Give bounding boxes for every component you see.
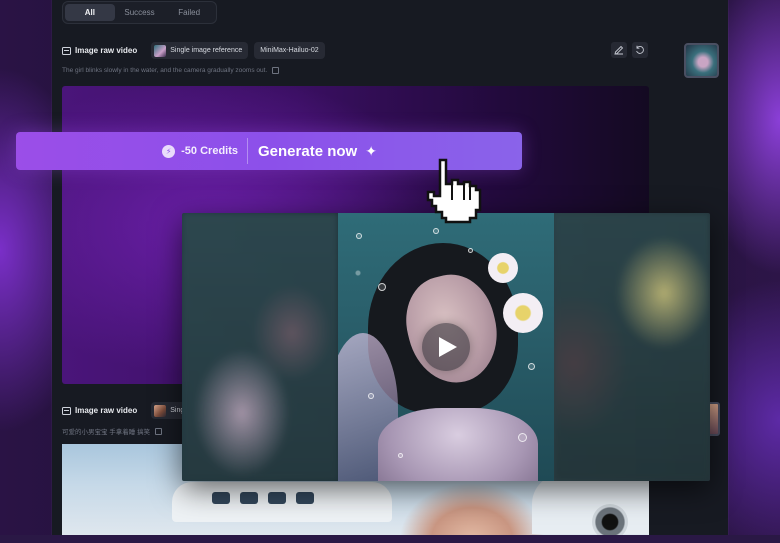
credits-label: -50 Credits <box>181 145 238 157</box>
flower <box>488 253 518 283</box>
airplane-window <box>212 492 230 504</box>
bubble <box>468 248 473 253</box>
reference-thumbnail <box>154 404 167 417</box>
airplane-engine <box>592 504 628 535</box>
status-filter: All Success Failed <box>62 1 217 24</box>
task-prompt: The girl blinks slowly in the water, and… <box>62 67 280 74</box>
bubble <box>356 233 362 239</box>
regenerate-button[interactable] <box>632 42 648 58</box>
bubble <box>528 363 535 370</box>
mode-chip: Single image reference <box>151 42 249 59</box>
play-icon <box>439 337 457 357</box>
task-prompt-text: The girl blinks slowly in the water, and… <box>62 67 268 74</box>
bubble <box>433 228 439 234</box>
airplane-window <box>268 492 286 504</box>
film-icon <box>62 46 71 55</box>
task-prompt-text: 可爱的小男宝宝 手拿着睡 搞笑 <box>62 429 151 436</box>
pencil-icon <box>614 45 624 55</box>
bubble <box>398 453 403 458</box>
preview-blur-right <box>554 213 710 481</box>
task-title: Image raw video <box>62 406 137 415</box>
tab-success[interactable]: Success <box>115 4 165 21</box>
copy-icon[interactable] <box>272 67 280 74</box>
video-preview[interactable] <box>182 213 710 481</box>
airplane-window <box>296 492 314 504</box>
task-prompt: 可爱的小男宝宝 手拿着睡 搞笑 <box>62 426 163 436</box>
tab-failed[interactable]: Failed <box>164 4 214 21</box>
bubble <box>368 393 374 399</box>
airplane-shape <box>532 474 649 534</box>
bubble <box>518 433 527 442</box>
bubble <box>378 283 386 291</box>
generate-label-text: Generate now <box>258 142 358 160</box>
model-chip-label: MiniMax-Hailuo-02 <box>260 47 319 54</box>
flower <box>503 293 543 333</box>
film-icon <box>62 406 71 415</box>
edit-button[interactable] <box>611 42 627 58</box>
result-thumbnail[interactable] <box>684 43 719 78</box>
task-header: Image raw video Single <box>62 402 196 419</box>
task-title: Image raw video <box>62 46 137 55</box>
bottom-strip <box>0 535 780 543</box>
task-title-text: Image raw video <box>75 406 138 415</box>
credits-cost: ⚡ -50 Credits <box>16 144 247 158</box>
hand-pointer-icon <box>426 158 482 224</box>
preview-blur-left <box>182 213 338 481</box>
generate-label: Generate now ✦ <box>248 143 377 160</box>
task-header: Image raw video Single image reference M… <box>62 42 325 59</box>
refresh-icon <box>636 45 644 54</box>
airplane-window <box>240 492 258 504</box>
model-chip: MiniMax-Hailuo-02 <box>254 42 325 59</box>
reference-thumbnail <box>154 44 167 57</box>
sparkle-icon: ✦ <box>365 142 377 159</box>
tab-all[interactable]: All <box>65 4 115 21</box>
task-title-text: Image raw video <box>75 46 138 55</box>
play-button[interactable] <box>422 323 470 371</box>
credit-coin-icon: ⚡ <box>162 144 176 158</box>
mode-chip-label: Single image reference <box>170 47 243 54</box>
subject-dress <box>378 408 538 481</box>
copy-icon[interactable] <box>155 427 163 435</box>
